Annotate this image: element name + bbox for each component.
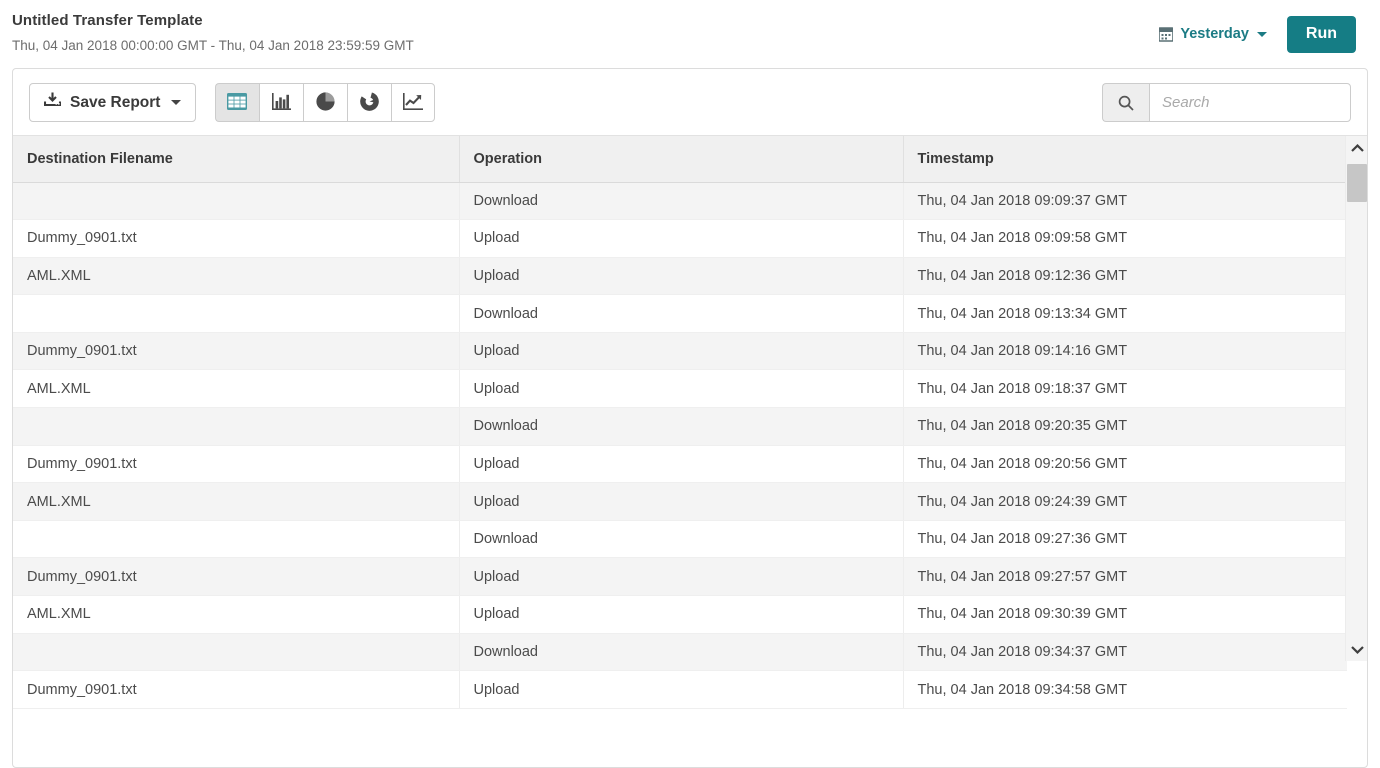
cell-operation: Download	[459, 633, 904, 672]
cell-destination-filename: AML.XML	[13, 257, 460, 296]
cell-destination-filename	[13, 633, 460, 672]
cell-destination-filename: Dummy_0901.txt	[13, 670, 460, 709]
scroll-down-arrow[interactable]	[1346, 637, 1368, 661]
table-row[interactable]: Dummy_0901.txt Upload Thu, 04 Jan 2018 09:…	[13, 332, 1347, 371]
cell-operation: Upload	[459, 557, 904, 597]
view-mode-group	[214, 83, 435, 122]
date-range-subtitle: Thu, 04 Jan 2018 00:00:00 GMT - Thu, 04 …	[12, 38, 414, 53]
table-header-row: Destination Filename Operation Timestamp	[13, 136, 1347, 183]
table-row[interactable]: Download Thu, 04 Jan 2018 09:27:36 GMT	[13, 520, 1347, 559]
cell-destination-filename: Dummy_0901.txt	[13, 445, 460, 484]
table-row[interactable]: AML.XML Upload Thu, 04 Jan 2018 09:24:39 G…	[13, 482, 1347, 521]
cell-timestamp: Thu, 04 Jan 2018 09:24:39 GMT	[903, 482, 1347, 521]
save-report-label: Save Report	[70, 93, 161, 111]
search-box	[1102, 83, 1351, 122]
table-row[interactable]: Dummy_0901.txt Upload Thu, 04 Jan 2018 09:…	[13, 219, 1347, 258]
cell-operation: Upload	[459, 670, 904, 709]
cell-operation: Upload	[459, 595, 904, 634]
cell-operation: Upload	[459, 219, 904, 258]
cell-timestamp: Thu, 04 Jan 2018 09:12:36 GMT	[903, 257, 1347, 296]
table-row[interactable]: AML.XML Upload Thu, 04 Jan 2018 09:30:39 G…	[13, 595, 1347, 634]
table-row[interactable]: Dummy_0901.txt Upload Thu, 04 Jan 2018 09:…	[13, 445, 1347, 484]
cell-destination-filename: Dummy_0901.txt	[13, 557, 460, 597]
cell-timestamp: Thu, 04 Jan 2018 09:30:39 GMT	[903, 595, 1347, 634]
chevron-down-icon	[171, 100, 182, 105]
cell-destination-filename	[13, 182, 460, 221]
cell-destination-filename: Dummy_0901.txt	[13, 219, 460, 258]
cell-timestamp: Thu, 04 Jan 2018 09:09:58 GMT	[903, 219, 1347, 258]
view-donut-chart-button[interactable]	[346, 83, 391, 122]
cell-operation: Download	[459, 294, 904, 333]
table-grid-icon	[227, 92, 248, 113]
run-button[interactable]: Run	[1286, 16, 1356, 53]
table-scrollbar[interactable]	[1345, 136, 1367, 661]
panel-toolbar: Save Report	[13, 69, 1367, 136]
cell-destination-filename	[13, 294, 460, 333]
cell-timestamp: Thu, 04 Jan 2018 09:20:56 GMT	[903, 445, 1347, 484]
report-table: Destination Filename Operation Timestamp…	[13, 136, 1347, 709]
save-report-button[interactable]: Save Report	[29, 83, 197, 122]
column-header-operation[interactable]: Operation	[459, 136, 904, 183]
table-row[interactable]: Download Thu, 04 Jan 2018 09:20:35 GMT	[13, 407, 1347, 446]
cell-destination-filename: AML.XML	[13, 595, 460, 634]
cell-destination-filename	[13, 407, 460, 446]
cell-destination-filename: AML.XML	[13, 482, 460, 521]
cell-operation: Download	[459, 182, 904, 221]
scroll-up-arrow[interactable]	[1346, 136, 1368, 160]
table-row[interactable]: Dummy_0901.txt Upload Thu, 04 Jan 2018 09:…	[13, 557, 1347, 597]
cell-destination-filename: AML.XML	[13, 369, 460, 409]
table-row[interactable]: Download Thu, 04 Jan 2018 09:34:37 GMT	[13, 633, 1347, 672]
search-icon[interactable]	[1102, 83, 1149, 122]
donut-chart-icon	[360, 91, 379, 114]
cell-operation: Upload	[459, 445, 904, 484]
column-header-destination-filename[interactable]: Destination Filename	[13, 136, 460, 183]
search-input[interactable]	[1149, 83, 1351, 122]
cell-operation: Upload	[459, 369, 904, 409]
cell-destination-filename	[13, 520, 460, 559]
cell-timestamp: Thu, 04 Jan 2018 09:20:35 GMT	[903, 407, 1347, 446]
scrollbar-thumb[interactable]	[1347, 164, 1367, 202]
line-chart-icon	[402, 92, 423, 113]
cell-timestamp: Thu, 04 Jan 2018 09:27:57 GMT	[903, 557, 1347, 597]
cell-operation: Upload	[459, 332, 904, 371]
cell-operation: Upload	[459, 482, 904, 521]
table-row[interactable]: Dummy_0901.txt Upload Thu, 04 Jan 2018 09:…	[13, 670, 1347, 709]
table-row[interactable]: AML.XML Upload Thu, 04 Jan 2018 09:18:37 G…	[13, 369, 1347, 409]
cell-destination-filename: Dummy_0901.txt	[13, 332, 460, 371]
table-row[interactable]: Download Thu, 04 Jan 2018 09:13:34 GMT	[13, 294, 1347, 333]
header-actions: Yesterday Run	[1157, 16, 1356, 53]
table-area: Destination Filename Operation Timestamp…	[13, 136, 1367, 709]
date-range-picker[interactable]: Yesterday	[1157, 22, 1269, 46]
view-bar-chart-button[interactable]	[258, 83, 303, 122]
table-row[interactable]: Download Thu, 04 Jan 2018 09:09:37 GMT	[13, 182, 1347, 221]
download-icon	[43, 92, 62, 113]
table-body: Download Thu, 04 Jan 2018 09:09:37 GMT Dum…	[13, 182, 1347, 709]
calendar-icon	[1158, 26, 1175, 42]
cell-timestamp: Thu, 04 Jan 2018 09:34:58 GMT	[903, 670, 1347, 709]
header-title-block: Untitled Transfer Template Thu, 04 Jan 2…	[12, 11, 414, 56]
date-range-label: Yesterday	[1180, 26, 1249, 43]
column-header-timestamp[interactable]: Timestamp	[903, 136, 1347, 183]
bar-chart-icon	[271, 92, 291, 113]
page-header: Untitled Transfer Template Thu, 04 Jan 2…	[0, 0, 1380, 66]
cell-timestamp: Thu, 04 Jan 2018 09:09:37 GMT	[903, 182, 1347, 221]
view-line-chart-button[interactable]	[390, 83, 435, 122]
cell-operation: Download	[459, 407, 904, 446]
cell-operation: Download	[459, 520, 904, 559]
chevron-down-icon	[1256, 31, 1267, 37]
cell-timestamp: Thu, 04 Jan 2018 09:34:37 GMT	[903, 633, 1347, 672]
page-title: Untitled Transfer Template	[12, 12, 203, 29]
view-table-button[interactable]	[214, 83, 259, 122]
cell-timestamp: Thu, 04 Jan 2018 09:27:36 GMT	[903, 520, 1347, 559]
pie-chart-icon	[316, 91, 335, 114]
cell-timestamp: Thu, 04 Jan 2018 09:13:34 GMT	[903, 294, 1347, 333]
view-pie-chart-button[interactable]	[302, 83, 347, 122]
cell-timestamp: Thu, 04 Jan 2018 09:18:37 GMT	[903, 369, 1347, 409]
cell-operation: Upload	[459, 257, 904, 296]
report-panel: Save Report Search Destination Filename …	[12, 68, 1368, 768]
cell-timestamp: Thu, 04 Jan 2018 09:14:16 GMT	[903, 332, 1347, 371]
table-row[interactable]: AML.XML Upload Thu, 04 Jan 2018 09:12:36 G…	[13, 257, 1347, 296]
